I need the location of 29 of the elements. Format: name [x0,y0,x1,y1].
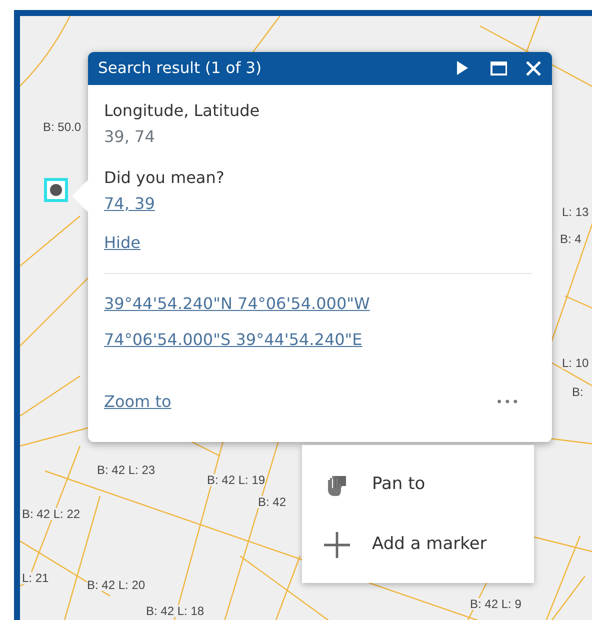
map-label: B: 50.0 [43,121,82,133]
menu-item[interactable]: Pan to [322,455,514,515]
field-value: 39, 74 [104,126,156,148]
coordinate-link[interactable]: 74°06'54.000"S 39°44'54.240"E [104,330,362,349]
menu-item[interactable]: Add a marker [322,515,514,575]
map-label: L: 21 [22,572,49,584]
close-icon[interactable] [525,60,542,77]
map-label: B: 42 L: 20 [87,579,146,591]
more-button[interactable]: ••• [496,393,520,411]
map-label: B: 42 [258,496,286,508]
suggestion-link[interactable]: 74, 39 [104,194,155,213]
map-label: B: 42 L: 23 [97,464,156,476]
map-label: B: 42 L: 19 [207,474,266,486]
map-label: B: 42 L: 22 [22,508,80,520]
suggestion-label: Did you mean? [104,167,226,189]
map-label: B: 42 L: 18 [146,605,204,617]
coordinate-link[interactable]: 39°44'54.240"N 74°06'54.000"W [104,294,370,313]
map-marker[interactable] [44,178,68,202]
zoom-to-link[interactable]: Zoom to [104,390,172,414]
popup-title: Search result (1 of 3) [98,58,263,79]
map-label: B: 42 L: 9 [470,598,522,610]
plus-icon [322,530,352,560]
field-label: Longitude, Latitude [104,100,261,122]
map-label: L: 13 [562,206,589,218]
map-label: B: 4 [560,233,582,245]
hide-link[interactable]: Hide [104,233,140,252]
map-label: B: [572,386,584,398]
maximize-icon[interactable] [490,60,507,77]
map-label: L: 10 [562,357,589,369]
